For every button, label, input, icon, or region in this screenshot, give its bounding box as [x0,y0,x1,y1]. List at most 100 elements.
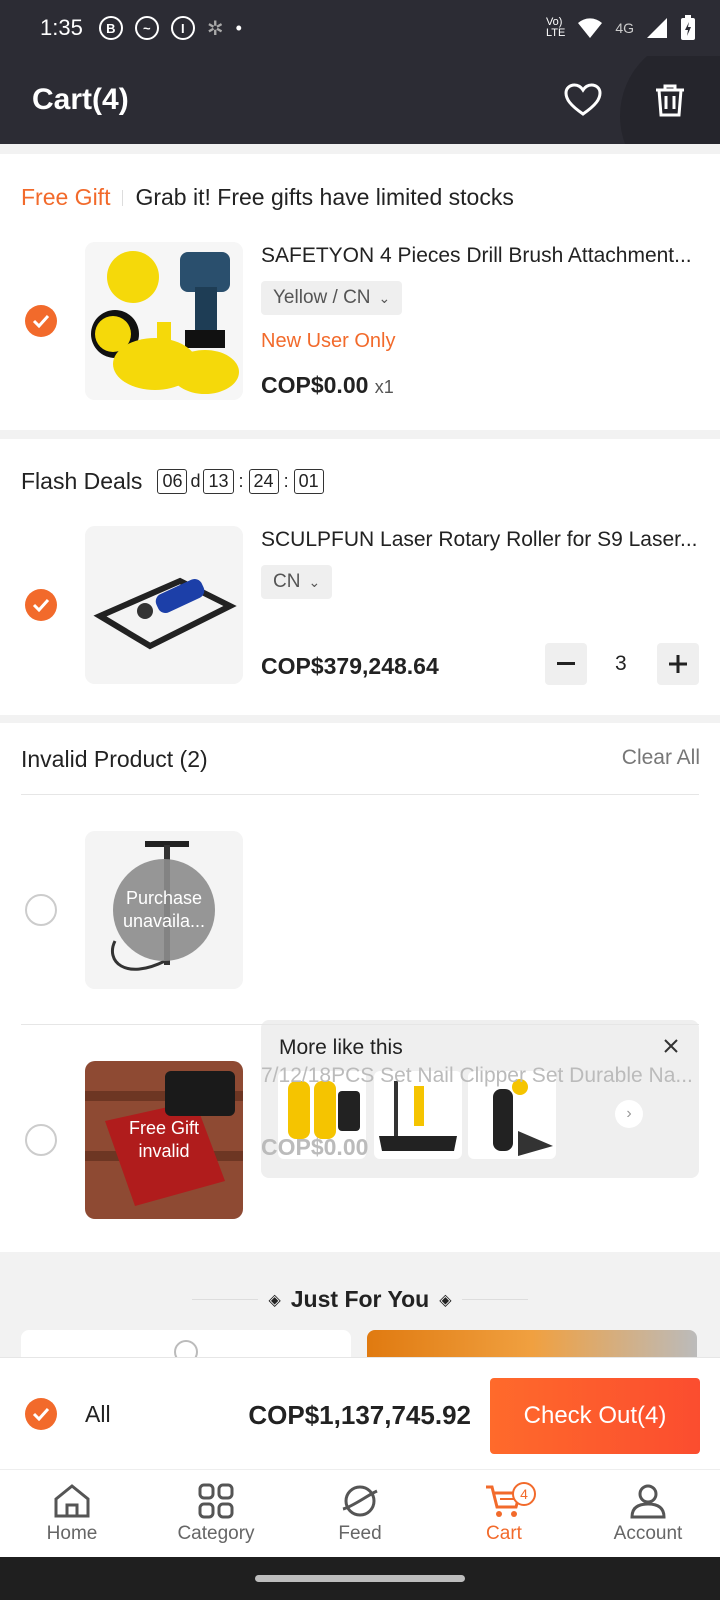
free-gift-variant-selector[interactable]: Yellow / CN ⌄ [261,281,403,315]
network-type: 4G [615,20,634,36]
notification-icons: B ~ I ✲ • [98,16,242,41]
invalid-item-2-title[interactable]: 7/12/18PCS Set Nail Clipper Set Durable … [261,1064,700,1088]
purchase-unavailable-overlay: Purchase unavaila... [113,859,215,961]
wishlist-heart-icon[interactable] [564,83,602,117]
divider-line-right [461,1299,528,1300]
trash-icon[interactable] [652,82,688,118]
close-icon[interactable] [663,1038,679,1054]
feed-icon [342,1485,378,1516]
dot-icon: • [235,17,242,38]
divider [122,189,124,206]
flash-deal-variant-selector[interactable]: CN ⌄ [261,565,333,599]
clear-all-button[interactable]: Clear All [622,746,700,770]
invalid-products-title: Invalid Product (2) [21,746,208,772]
b-app-icon: B [98,16,123,40]
recommendation-card-1[interactable] [21,1330,351,1357]
free-gift-checkbox[interactable] [25,305,57,337]
decrease-quantity-button[interactable] [545,643,587,685]
nav-home-label: Home [46,1522,98,1544]
battery-icon [681,15,695,40]
nav-home[interactable]: Home [0,1470,144,1557]
checkmark-icon [32,1407,50,1421]
select-all-label[interactable]: All [85,1401,111,1428]
just-for-you-header: ◈ Just For You ◈ [0,1286,720,1313]
status-bar: 1:35 B ~ I ✲ • Vo) LTE 4G [0,0,720,56]
next-suggestions-button[interactable]: › [615,1100,643,1128]
settings-icon: ✲ [206,17,224,40]
status-right: Vo) LTE 4G [546,15,696,41]
home-icon [54,1483,90,1517]
quantity-value[interactable]: 3 [615,652,627,676]
purchase-unavailable-text: Purchase unavaila... [122,888,206,931]
checkout-button[interactable]: Check Out(4) [490,1378,700,1454]
checkout-bar: All COP$1,137,745.92 Check Out(4) [0,1357,720,1469]
gesture-bar [0,1557,720,1600]
laser-roller-picture [85,526,243,684]
free-gift-invalid-text: Free Gift invalid [128,1118,199,1161]
flash-deal-checkbox[interactable] [25,589,57,621]
price-value: COP$0.00 [261,372,369,398]
bottom-navigation: Home Category Feed 4 Cart Account [0,1469,720,1557]
plus-icon [669,655,687,673]
new-user-tag: New User Only [261,330,396,352]
diamond-icon: ◈ [268,1291,281,1309]
flash-deal-price: COP$379,248.64 [261,653,439,679]
nav-cart-label: Cart [486,1522,522,1544]
diamond-icon: ◈ [439,1291,452,1309]
free-gift-product-title[interactable]: SAFETYON 4 Pieces Drill Brush Attachment… [261,244,700,268]
nav-cart[interactable]: 4 Cart [432,1470,576,1557]
category-icon [198,1483,234,1518]
nav-feed-label: Feed [338,1522,382,1544]
select-all-checkbox[interactable] [25,1398,57,1430]
diving-pump-image[interactable]: Purchase unavaila... [85,831,243,989]
volte-icon: Vo) LTE [545,16,566,39]
flash-deals-label: Flash Deals [21,468,143,494]
chevron-right-icon: › [626,1105,632,1122]
free-gift-label: Free Gift [21,184,111,210]
nav-feed[interactable]: Feed [288,1470,432,1557]
invalid-item-2-price: COP$0.00 [261,1134,369,1160]
timer-sep-2: : [283,471,289,491]
divider [21,1024,699,1025]
loading-spinner-icon [174,1340,198,1357]
cart-header: Cart(4) [0,56,720,144]
drill-brush-image[interactable] [85,242,243,400]
just-for-you-title: Just For You [290,1286,430,1312]
checkmark-icon [32,314,50,328]
timer-seconds: 01 [293,469,324,494]
nav-account[interactable]: Account [576,1470,720,1557]
timer-hours: 13 [203,469,234,494]
messenger-icon: ~ [134,16,159,40]
nav-account-label: Account [613,1522,683,1544]
recommendation-card-2[interactable] [367,1330,697,1357]
more-like-this-title: More like this [279,1036,403,1059]
free-gift-message: Grab it! Free gifts have limited stocks [135,184,514,210]
nav-category[interactable]: Category [144,1470,288,1557]
chevron-down-icon: ⌄ [308,573,321,590]
invalid-item-2-checkbox[interactable] [25,1124,57,1156]
chevron-down-icon: ⌄ [378,289,391,306]
flash-deals-header: Flash Deals 06 d 13 : 24 : 01 [21,468,327,495]
timer-minutes: 24 [248,469,279,494]
checkmark-icon [32,598,50,612]
divider-line-left [192,1299,259,1300]
page-title: Cart(4) [32,83,129,116]
wifi-icon [578,18,603,38]
laser-roller-image[interactable] [85,526,243,684]
drill-brush-picture [85,242,243,400]
cart-total: COP$1,137,745.92 [248,1400,471,1430]
timer-day-unit: d [190,471,201,491]
signal-icon [647,18,667,38]
divider [21,794,699,795]
flash-deal-product-title[interactable]: SCULPFUN Laser Rotary Roller for S9 Lase… [261,528,700,552]
home-indicator[interactable] [255,1575,465,1582]
account-icon [630,1484,666,1518]
status-time: 1:35 [40,15,83,40]
increase-quantity-button[interactable] [657,643,699,685]
nav-category-label: Category [177,1522,255,1544]
invalid-item-1-checkbox[interactable] [25,894,57,926]
variant-value: Yellow / CN [273,287,371,308]
app-icon: I [170,16,195,40]
header-actions [564,82,688,118]
nail-clipper-image[interactable]: Free Gift invalid [85,1061,243,1219]
